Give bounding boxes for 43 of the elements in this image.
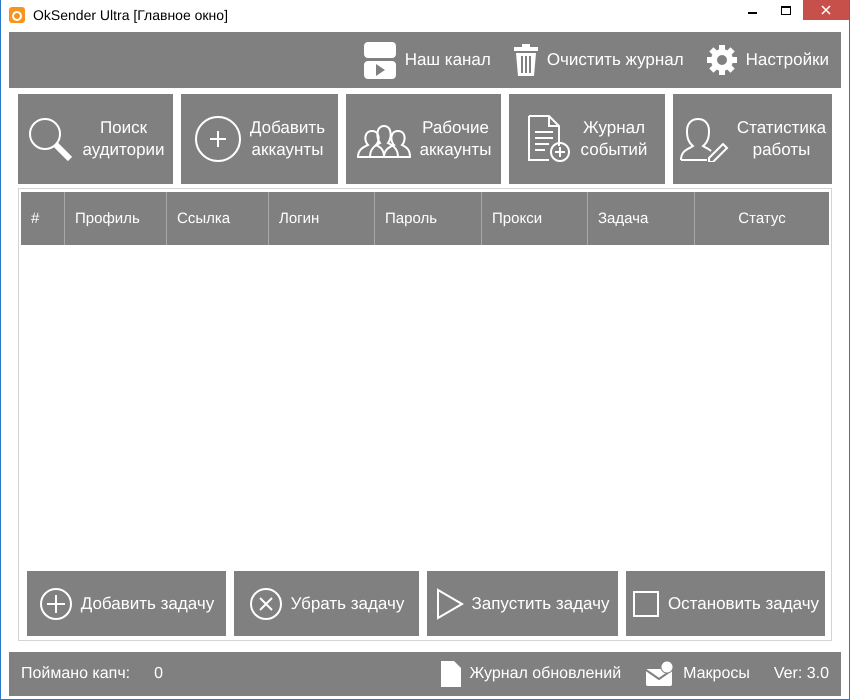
stop-icon [632,590,660,618]
macros-button[interactable]: Макросы [645,661,750,687]
task-button[interactable]: Убрать задачу [234,571,419,636]
toolbar-button[interactable]: Наш канал [362,40,491,80]
updates-log-button[interactable]: Журнал обновлений [441,661,622,687]
task-button[interactable]: Остановить задачу [626,571,825,636]
maximize-icon[interactable] [781,6,791,14]
toolbar-button[interactable]: Настройки [706,44,829,76]
task-button[interactable]: Добавить задачу [27,571,226,636]
add-icon [38,586,73,620]
column-header[interactable]: Ссылка [166,192,268,245]
remove-icon [248,586,283,620]
task-button[interactable]: Запустить задачу [427,571,618,636]
settings-icon [706,44,738,76]
column-header[interactable]: # [21,192,64,245]
column-header[interactable]: Задача [587,192,694,245]
video-icon [362,40,397,80]
column-header[interactable]: Логин [268,192,374,245]
column-header[interactable]: Прокси [481,192,587,245]
document-icon [441,661,462,687]
trash-icon [512,44,539,76]
version-label: Ver: 3.0 [774,665,829,683]
window-title: OkSender Ultra [Главное окно] [33,7,229,23]
action-button[interactable]: Поиск аудитории [18,94,173,184]
document-add-icon [526,114,573,164]
action-button[interactable]: Рабочие аккаунты [346,94,501,184]
toolbar-button[interactable]: Очистить журнал [512,44,684,76]
play-icon [436,588,464,620]
close-button[interactable] [803,0,849,20]
action-button[interactable]: Добавить аккаунты [181,94,338,184]
captcha-label: Поймано капч: [21,665,130,683]
close-icon [821,5,831,15]
action-button[interactable]: Статистика работы [673,94,832,184]
column-header[interactable]: Профиль [64,192,166,245]
envelope-icon [645,661,676,687]
action-button[interactable]: Журнал событий [509,94,665,184]
add-icon [194,115,242,163]
column-header[interactable]: Статус [694,192,829,245]
app-icon [9,7,25,23]
column-header[interactable]: Пароль [374,192,481,245]
search-icon [26,115,74,163]
user-edit-icon [678,116,729,162]
captcha-count: 0 [154,665,164,682]
